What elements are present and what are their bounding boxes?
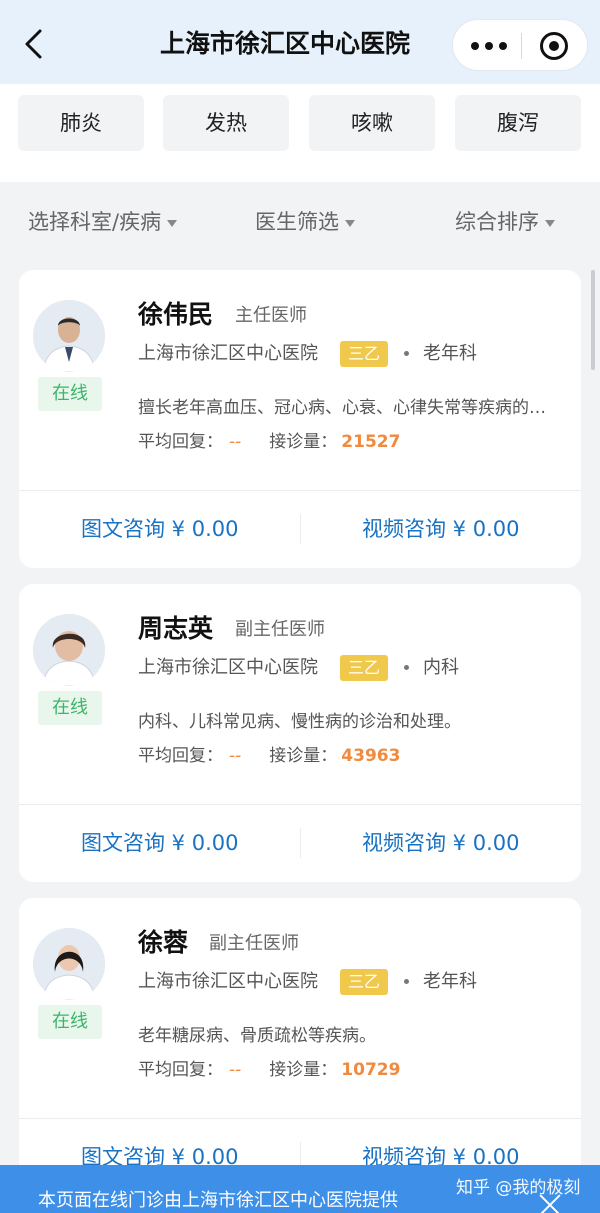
provider-banner: 本页面在线门诊由上海市徐汇区中心医院提供 知乎 @我的极刻 bbox=[0, 1165, 600, 1213]
caret-down-icon bbox=[345, 219, 355, 227]
banner-text: 本页面在线门诊由上海市徐汇区中心医院提供 bbox=[38, 1190, 398, 1211]
reply-value: -- bbox=[229, 746, 242, 766]
doctor-avatar bbox=[33, 928, 105, 1000]
caret-down-icon bbox=[167, 219, 178, 227]
department-filter[interactable]: 选择科室/疾病 bbox=[28, 206, 178, 238]
online-status-badge: 在线 bbox=[38, 1005, 102, 1039]
text-consult-button[interactable]: 图文咨询 ¥ 0.00 bbox=[81, 827, 238, 859]
reply-value: -- bbox=[229, 1060, 242, 1080]
button-separator bbox=[300, 514, 301, 544]
department-filter-label: 选择科室/疾病 bbox=[28, 210, 162, 234]
doctor-specialty: 老年糖尿病、骨质疏松等疾病。 bbox=[138, 1026, 376, 1046]
target-icon[interactable] bbox=[540, 32, 568, 60]
count-value: 10729 bbox=[341, 1060, 401, 1080]
count-value: 43963 bbox=[341, 746, 401, 766]
separator-dot bbox=[404, 979, 409, 984]
top-nav-bar: 上海市徐汇区中心医院 bbox=[0, 0, 600, 84]
card-divider bbox=[19, 490, 581, 491]
doctor-avatar bbox=[33, 614, 105, 686]
caret-down-icon bbox=[545, 219, 555, 227]
doctor-specialty: 内科、儿科常见病、慢性病的诊治和处理。 bbox=[138, 712, 461, 732]
tag-fever[interactable]: 发热 bbox=[163, 95, 289, 151]
hospital-name: 上海市徐汇区中心医院 bbox=[138, 657, 318, 678]
hospital-grade-badge: 三乙 bbox=[340, 655, 388, 681]
scrollbar[interactable] bbox=[591, 270, 595, 370]
tag-pneumonia[interactable]: 肺炎 bbox=[18, 95, 144, 151]
doctor-title: 副主任医师 bbox=[209, 933, 299, 954]
doctor-stats: 平均回复： -- 接诊量： 10729 bbox=[138, 1057, 400, 1083]
doctor-card[interactable]: 在线 徐蓉 副主任医师 上海市徐汇区中心医院 三乙 老年科 老年糖尿病、骨质疏松… bbox=[19, 898, 581, 1196]
doctor-name: 徐伟民 bbox=[138, 300, 214, 329]
page-title: 上海市徐汇区中心医院 bbox=[160, 29, 411, 58]
doctor-card[interactable]: 在线 徐伟民 主任医师 上海市徐汇区中心医院 三乙 老年科 擅长老年高血压、冠心… bbox=[19, 270, 581, 568]
doctor-specialty: 擅长老年高血压、冠心病、心衰、心律失常等疾病的诊治。 bbox=[138, 398, 558, 418]
doctor-stats: 平均回复： -- 接诊量： 43963 bbox=[138, 743, 400, 769]
department-name: 老年科 bbox=[423, 971, 477, 992]
doctor-name: 周志英 bbox=[138, 614, 214, 643]
online-status-badge: 在线 bbox=[38, 377, 102, 411]
online-status-badge: 在线 bbox=[38, 691, 102, 725]
hospital-name: 上海市徐汇区中心医院 bbox=[138, 343, 318, 364]
reply-label: 平均回复： bbox=[138, 432, 223, 452]
reply-label: 平均回复： bbox=[138, 746, 223, 766]
department-name: 老年科 bbox=[423, 343, 477, 364]
doctor-filter[interactable]: 医生筛选 bbox=[255, 206, 355, 238]
card-divider bbox=[19, 804, 581, 805]
hospital-name: 上海市徐汇区中心医院 bbox=[138, 971, 318, 992]
doctor-avatar bbox=[33, 300, 105, 372]
reply-label: 平均回复： bbox=[138, 1060, 223, 1080]
tag-diarrhea[interactable]: 腹泻 bbox=[455, 95, 581, 151]
hospital-grade-badge: 三乙 bbox=[340, 969, 388, 995]
separator-dot bbox=[404, 351, 409, 356]
separator-dot bbox=[404, 665, 409, 670]
card-divider bbox=[19, 1118, 581, 1119]
sort-filter[interactable]: 综合排序 bbox=[455, 206, 555, 238]
hospital-grade-badge: 三乙 bbox=[340, 341, 388, 367]
filter-bar: 选择科室/疾病 医生筛选 综合排序 bbox=[0, 196, 600, 248]
reply-value: -- bbox=[229, 432, 242, 452]
doctor-card[interactable]: 在线 周志英 副主任医师 上海市徐汇区中心医院 三乙 内科 内科、儿科常见病、慢… bbox=[19, 584, 581, 882]
doctor-title: 副主任医师 bbox=[235, 619, 325, 640]
count-label: 接诊量： bbox=[269, 432, 338, 452]
capsule-divider bbox=[521, 33, 522, 59]
doctor-name: 徐蓉 bbox=[138, 928, 189, 957]
mini-program-capsule bbox=[452, 19, 588, 71]
more-dots-icon[interactable] bbox=[471, 33, 507, 59]
count-label: 接诊量： bbox=[269, 746, 338, 766]
doctor-filter-label: 医生筛选 bbox=[255, 210, 339, 234]
close-icon[interactable] bbox=[538, 1193, 562, 1213]
chevron-left-icon[interactable] bbox=[20, 28, 48, 60]
symptom-tags: 肺炎 发热 咳嗽 腹泻 bbox=[0, 84, 600, 182]
video-consult-button[interactable]: 视频咨询 ¥ 0.00 bbox=[362, 827, 519, 859]
count-label: 接诊量： bbox=[269, 1060, 338, 1080]
department-name: 内科 bbox=[423, 657, 459, 678]
video-consult-button[interactable]: 视频咨询 ¥ 0.00 bbox=[362, 513, 519, 545]
button-separator bbox=[300, 828, 301, 858]
sort-filter-label: 综合排序 bbox=[455, 210, 539, 234]
text-consult-button[interactable]: 图文咨询 ¥ 0.00 bbox=[81, 513, 238, 545]
count-value: 21527 bbox=[341, 432, 401, 452]
tag-cough[interactable]: 咳嗽 bbox=[309, 95, 435, 151]
doctor-title: 主任医师 bbox=[235, 305, 307, 326]
doctor-stats: 平均回复： -- 接诊量： 21527 bbox=[138, 429, 400, 455]
